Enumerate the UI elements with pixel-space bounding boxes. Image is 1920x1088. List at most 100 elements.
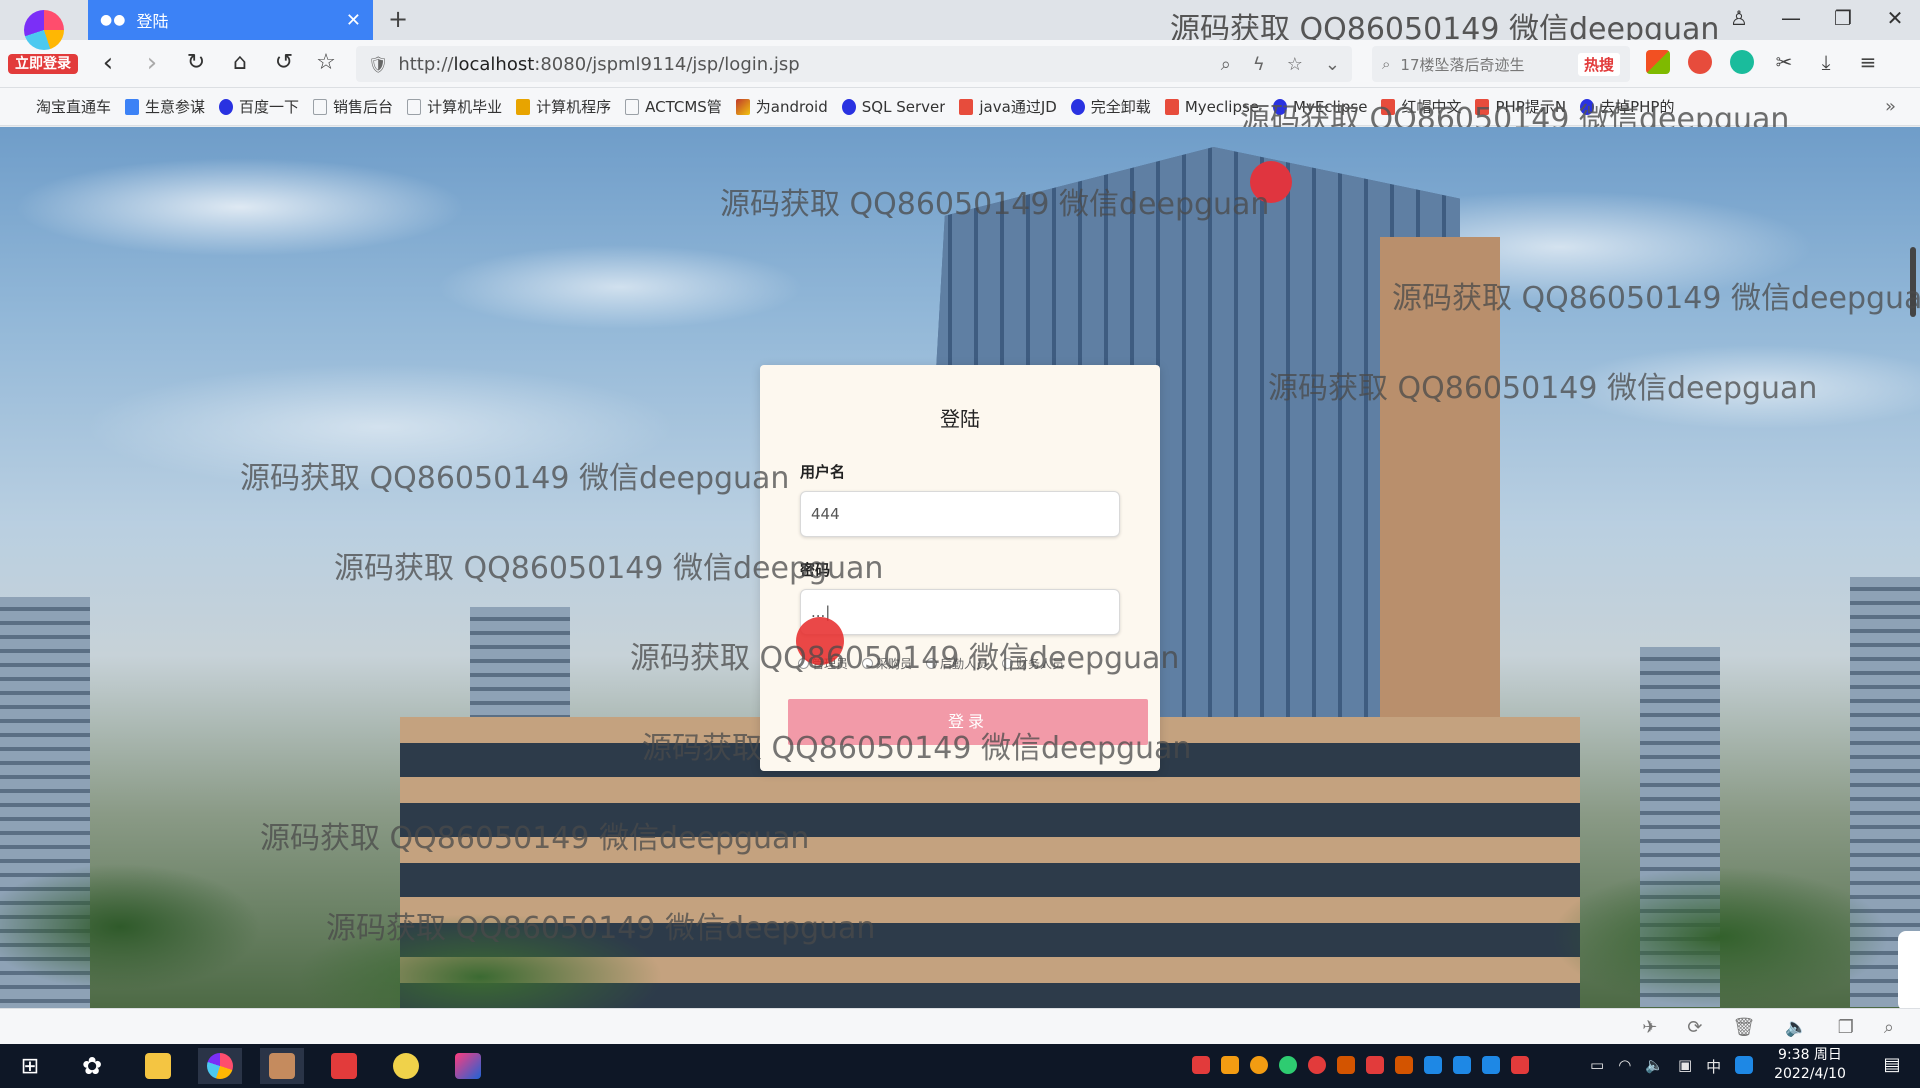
refresh-button[interactable]: ↻ bbox=[180, 48, 212, 80]
trash-icon[interactable]: 🗑 bbox=[1732, 1017, 1755, 1038]
tray-app-icon[interactable] bbox=[1366, 1056, 1384, 1074]
wps-icon bbox=[331, 1053, 357, 1079]
bookmark-item[interactable]: 百度一下 bbox=[219, 96, 299, 117]
volume-icon[interactable]: 🔈 bbox=[1785, 1017, 1807, 1038]
watermark-text: 源码获取 QQ86050149 微信deepguan bbox=[720, 187, 1270, 222]
bookmark-item[interactable]: java通过JD bbox=[959, 96, 1057, 117]
download-icon[interactable]: ⤓ bbox=[1814, 50, 1838, 74]
page-icon bbox=[407, 98, 422, 115]
url-scheme: http:// bbox=[398, 53, 454, 75]
ime-indicator[interactable]: 中 bbox=[1706, 1056, 1721, 1077]
lightning-icon[interactable]: ϟ bbox=[1253, 54, 1265, 75]
bookmark-label: 完全卸载 bbox=[1090, 98, 1151, 116]
scissors-icon[interactable]: ✂ bbox=[1772, 50, 1796, 74]
windows-icon: ⊞ bbox=[20, 1053, 40, 1079]
more-bookmarks-icon[interactable]: » bbox=[1885, 96, 1896, 117]
side-assistant-widget[interactable] bbox=[1898, 931, 1920, 1008]
bookmark-item[interactable]: 计算机程序 bbox=[516, 96, 611, 117]
bookmark-label: 淘宝直通车 bbox=[36, 98, 112, 116]
taskbar-app[interactable]: ✿ bbox=[70, 1048, 114, 1084]
tray-app-icon[interactable] bbox=[1337, 1056, 1355, 1074]
taskbar-app[interactable] bbox=[260, 1048, 304, 1084]
tab-title: 登陆 bbox=[136, 12, 169, 31]
bookmark-item[interactable]: 为android bbox=[735, 96, 828, 117]
input-method-icon[interactable] bbox=[1735, 1056, 1754, 1074]
bookmark-item[interactable]: 生意参谋 bbox=[125, 96, 205, 117]
address-bar[interactable]: 🛡 http:// localhost :8080/jspml9114/jsp/… bbox=[356, 46, 1352, 82]
clock-time: 9:38 周日 bbox=[1778, 1047, 1842, 1063]
notification-icon[interactable]: ▤ bbox=[1880, 1054, 1904, 1078]
baidu-icon bbox=[219, 98, 234, 115]
favorite-star-button[interactable]: ☆ bbox=[310, 48, 342, 80]
restore-button[interactable]: ❐ bbox=[1832, 6, 1854, 30]
close-tab-icon[interactable]: ✕ bbox=[346, 10, 361, 31]
pinwheel-icon: ✿ bbox=[81, 1052, 103, 1080]
taskbar-app[interactable] bbox=[136, 1048, 180, 1084]
new-tab-button[interactable]: + bbox=[384, 6, 412, 34]
bookmark-label: 生意参谋 bbox=[145, 98, 206, 116]
battery-icon[interactable]: ▭ bbox=[1590, 1056, 1604, 1077]
volume-icon[interactable]: 🔈 bbox=[1645, 1056, 1664, 1077]
tray-app-icon[interactable] bbox=[1192, 1056, 1210, 1074]
taskbar-clock[interactable]: 9:38 周日 2022/4/10 bbox=[1760, 1046, 1860, 1084]
back-button[interactable]: ‹ bbox=[92, 48, 124, 80]
sync-icon[interactable]: ⟳ bbox=[1687, 1017, 1702, 1038]
zoom-icon[interactable]: ⌕ bbox=[1884, 1017, 1894, 1038]
rocket-icon[interactable]: ✈ bbox=[1642, 1017, 1657, 1038]
tray-app-icon[interactable] bbox=[1482, 1056, 1500, 1074]
search-icon: ⌕ bbox=[1382, 55, 1391, 73]
search-box[interactable]: ⌕ 17楼坠落后奇迹生 热搜 bbox=[1372, 46, 1630, 82]
bookmark-item[interactable]: 计算机毕业 bbox=[407, 96, 502, 117]
game-icon[interactable] bbox=[1688, 50, 1712, 74]
window-icon[interactable]: ❐ bbox=[1838, 1017, 1854, 1038]
taskbar-app[interactable] bbox=[322, 1048, 366, 1084]
bookmark-star-icon[interactable]: ☆ bbox=[1287, 54, 1303, 75]
bookmark-item[interactable]: 淘宝直通车 bbox=[16, 96, 111, 117]
apps-icon[interactable] bbox=[1646, 50, 1670, 74]
browser-titlebar: 立即登录 ●● 登陆 ✕ + 源码获取 QQ86050149 微信deepgua… bbox=[0, 0, 1920, 74]
tab-login[interactable]: ●● 登陆 ✕ bbox=[88, 0, 373, 40]
username-input[interactable]: 444 bbox=[800, 491, 1120, 537]
username-label: 用户名 bbox=[800, 463, 846, 481]
zoom-icon[interactable]: ⌕ bbox=[1221, 54, 1231, 75]
browser-icon bbox=[207, 1053, 233, 1079]
login-now-badge[interactable]: 立即登录 bbox=[8, 54, 78, 74]
bookmark-item[interactable]: ACTCMS管 bbox=[625, 96, 722, 117]
minimize-button[interactable]: — bbox=[1780, 6, 1802, 30]
home-button[interactable]: ⌂ bbox=[224, 48, 256, 80]
bookmark-label: ACTCMS管 bbox=[645, 98, 722, 116]
bookmark-label: 百度一下 bbox=[239, 98, 300, 116]
refresh-ext-icon[interactable] bbox=[1730, 50, 1754, 74]
tray-app-icon[interactable] bbox=[1395, 1056, 1413, 1074]
browser-logo[interactable]: 立即登录 bbox=[8, 10, 80, 78]
bookmark-item[interactable]: 销售后台 bbox=[313, 96, 393, 117]
taskbar-app[interactable] bbox=[198, 1048, 242, 1084]
tray-app-icon[interactable] bbox=[1453, 1056, 1471, 1074]
close-window-button[interactable]: ✕ bbox=[1884, 6, 1906, 30]
tray-app-icon[interactable] bbox=[1308, 1056, 1326, 1074]
menu-icon[interactable]: ≡ bbox=[1856, 50, 1880, 74]
password-input[interactable]: ...| bbox=[800, 589, 1120, 635]
monitor-icon[interactable]: ▣ bbox=[1678, 1056, 1692, 1077]
tray-search-icon[interactable] bbox=[1250, 1056, 1268, 1074]
tray-app-icon[interactable] bbox=[1511, 1056, 1529, 1074]
url-path: :8080/jspml9114/jsp/login.jsp bbox=[534, 53, 800, 75]
bookmark-item[interactable]: SQL Server bbox=[841, 98, 945, 116]
start-button[interactable]: ⊞ bbox=[8, 1048, 52, 1084]
bookmark-item[interactable]: 完全卸载 bbox=[1070, 96, 1151, 117]
tray-app-icon[interactable] bbox=[1424, 1056, 1442, 1074]
wifi-icon[interactable]: ◠ bbox=[1618, 1056, 1631, 1077]
site-icon bbox=[1164, 98, 1179, 115]
undo-close-button[interactable]: ↺ bbox=[268, 48, 300, 80]
security-shield-icon[interactable]: 🛡 bbox=[368, 55, 388, 74]
tray-app-icon[interactable] bbox=[1221, 1056, 1239, 1074]
taskbar-app[interactable] bbox=[446, 1048, 490, 1084]
tray-app-icon[interactable] bbox=[1279, 1056, 1297, 1074]
watermark-text: 源码获取 QQ86050149 微信deepguan bbox=[240, 461, 790, 496]
shirt-skin-icon[interactable]: ♙ bbox=[1728, 6, 1750, 30]
hot-search-badge[interactable]: 热搜 bbox=[1577, 52, 1620, 76]
taskbar-app[interactable] bbox=[384, 1048, 428, 1084]
forward-button[interactable]: › bbox=[136, 48, 168, 80]
chevron-down-icon[interactable]: ⌄ bbox=[1325, 54, 1340, 75]
bookmark-label: 销售后台 bbox=[333, 98, 394, 116]
